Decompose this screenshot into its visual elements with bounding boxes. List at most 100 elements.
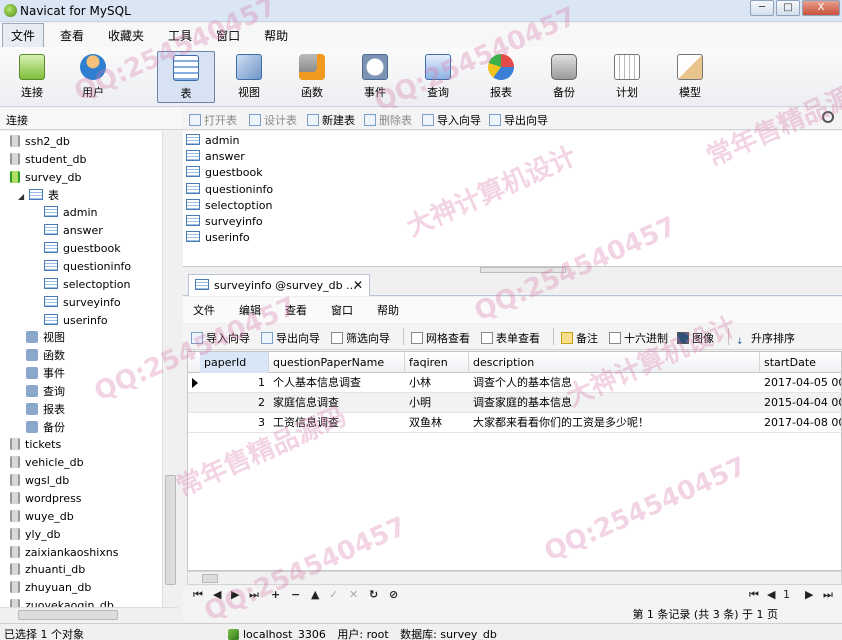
inner-menu-help[interactable]: 帮助 xyxy=(377,302,399,318)
search-icon[interactable] xyxy=(822,111,834,123)
filter-wizard-button[interactable]: 筛选向导 xyxy=(331,330,390,346)
close-tab-icon[interactable]: ✕ xyxy=(353,278,363,292)
memo-button[interactable]: 备注 xyxy=(561,330,598,346)
table-list-item[interactable]: questioninfo xyxy=(186,182,273,198)
menu-tools[interactable]: 工具 xyxy=(160,24,200,47)
tree-item[interactable]: 查询 xyxy=(26,383,65,401)
menu-help[interactable]: 帮助 xyxy=(256,24,296,47)
next-record-button[interactable]: ▶ xyxy=(231,588,239,601)
column-header-startdate[interactable]: startDate xyxy=(760,352,841,373)
grid-horizontal-scrollbar[interactable] xyxy=(187,571,842,585)
refresh-button[interactable]: ↻ xyxy=(369,588,378,601)
toolbar-table-button[interactable]: 表 xyxy=(157,51,215,103)
column-header-faqiren[interactable]: faqiren xyxy=(405,352,469,373)
tree-item[interactable]: selectoption xyxy=(44,276,130,294)
form-view-button[interactable]: 表单查看 xyxy=(481,330,540,346)
cell-questionpapername[interactable]: 工资信息调查 xyxy=(269,413,405,433)
tree-item[interactable]: surveyinfo xyxy=(44,294,121,312)
page-number[interactable]: 1 xyxy=(783,588,790,601)
inner-menu-view[interactable]: 查看 xyxy=(285,302,307,318)
cell-description[interactable]: 调查家庭的基本信息 xyxy=(469,393,760,413)
grid-view-button[interactable]: 网格查看 xyxy=(411,330,470,346)
prev-record-button[interactable]: ◀ xyxy=(213,588,221,601)
design-table-button[interactable]: 设计表 xyxy=(249,112,297,128)
page-last-button[interactable]: ⏭ xyxy=(823,588,833,602)
column-header-description[interactable]: description xyxy=(469,352,760,373)
inner-menu-window[interactable]: 窗口 xyxy=(331,302,353,318)
tree-item[interactable]: zhuyuan_db xyxy=(10,579,91,597)
tree-item[interactable]: student_db xyxy=(10,151,87,169)
tree-item[interactable]: vehicle_db xyxy=(10,454,84,472)
toolbar-model-button[interactable]: 模型 xyxy=(661,51,719,103)
import-wizard-button[interactable]: 导入向导 xyxy=(422,112,481,128)
first-record-button[interactable]: ⏮ xyxy=(193,588,203,602)
add-record-button[interactable]: + xyxy=(271,588,280,601)
menu-favorites[interactable]: 收藏夹 xyxy=(100,24,152,47)
page-prev-button[interactable]: ◀ xyxy=(767,588,775,601)
tree-item[interactable]: zuoyekaoqin_db xyxy=(10,597,114,607)
cell-paperid[interactable]: 1 xyxy=(200,373,269,393)
new-table-button[interactable]: 新建表 xyxy=(307,112,355,128)
page-first-button[interactable]: ⏮ xyxy=(749,588,759,602)
table-list-item[interactable]: guestbook xyxy=(186,165,263,181)
delete-table-button[interactable]: 删除表 xyxy=(364,112,412,128)
toolbar-schedule-button[interactable]: 计划 xyxy=(598,51,656,103)
cell-startdate[interactable]: 2017-04-08 00: xyxy=(760,413,841,433)
tree-item[interactable]: 函数 xyxy=(26,347,65,365)
tree-item[interactable]: questioninfo xyxy=(44,258,131,276)
table-row[interactable]: 2 家庭信息调查 小明 调查家庭的基本信息 2015-04-04 00: xyxy=(188,393,841,413)
discard-changes-button[interactable]: ✕ xyxy=(349,588,358,601)
connection-tree[interactable]: ssh2_db student_db survey_db ◢ 表 admin answer g… xyxy=(0,131,178,607)
tree-item[interactable]: zhuanti_db xyxy=(10,561,85,579)
last-record-button[interactable]: ⏭ xyxy=(249,588,259,602)
cell-questionpapername[interactable]: 家庭信息调查 xyxy=(269,393,405,413)
delete-record-button[interactable]: − xyxy=(291,588,300,601)
minimize-button[interactable]: ─ xyxy=(750,0,774,16)
page-next-button[interactable]: ▶ xyxy=(805,588,813,601)
cell-questionpapername[interactable]: 个人基本信息调查 xyxy=(269,373,405,393)
menu-file[interactable]: 文件 xyxy=(2,22,45,48)
toolbar-backup-button[interactable]: 备份 xyxy=(535,51,593,103)
menu-view[interactable]: 查看 xyxy=(52,24,92,47)
column-header-questionpapername[interactable]: questionPaperName xyxy=(269,352,405,373)
tree-item[interactable]: 备份 xyxy=(26,419,65,437)
table-row[interactable]: 3 工资信息调查 双鱼林 大家都来看看你们的工资是多少呢！ 2017-04-08… xyxy=(188,413,841,433)
tree-scroll-thumb[interactable] xyxy=(165,475,176,585)
tab-surveyinfo[interactable]: surveyinfo @survey_db ... ✕ xyxy=(188,274,370,296)
apply-changes-button[interactable]: ✓ xyxy=(329,588,338,601)
toolbar-query-button[interactable]: 查询 xyxy=(409,51,467,103)
tree-item[interactable]: wuye_db xyxy=(10,508,74,526)
tree-vertical-scrollbar[interactable] xyxy=(162,131,178,607)
table-list-item[interactable]: selectoption xyxy=(186,198,272,214)
edit-record-button[interactable]: ▲ xyxy=(311,588,319,601)
tree-item[interactable]: 事件 xyxy=(26,365,65,383)
image-button[interactable]: 图像 xyxy=(677,330,714,346)
tree-item[interactable]: yly_db xyxy=(10,526,61,544)
stop-button[interactable]: ⊘ xyxy=(389,588,398,601)
tree-item[interactable]: wgsl_db xyxy=(10,472,69,490)
menu-window[interactable]: 窗口 xyxy=(208,24,248,47)
cell-faqiren[interactable]: 双鱼林 xyxy=(405,413,469,433)
tree-item[interactable]: wordpress xyxy=(10,490,82,508)
tree-hscroll-thumb[interactable] xyxy=(18,610,118,620)
toolbar-event-button[interactable]: 事件 xyxy=(346,51,404,103)
tree-item[interactable]: survey_db xyxy=(10,169,81,187)
table-list[interactable]: admin answer guestbook questioninfo selectop… xyxy=(183,131,842,267)
tree-item[interactable]: userinfo xyxy=(44,312,108,330)
cell-faqiren[interactable]: 小明 xyxy=(405,393,469,413)
sort-ascending-button[interactable]: ↓ 升序排序 xyxy=(736,330,795,348)
tree-item[interactable]: ssh2_db xyxy=(10,133,70,151)
data-grid[interactable]: paperId questionPaperName faqiren descri… xyxy=(187,351,842,571)
toolbar-view-button[interactable]: 视图 xyxy=(220,51,278,103)
inner-menu-edit[interactable]: 编辑 xyxy=(239,302,261,318)
table-list-item[interactable]: admin xyxy=(186,133,239,149)
close-button[interactable]: X xyxy=(802,0,840,16)
open-table-button[interactable]: 打开表 xyxy=(189,112,237,128)
table-list-item[interactable]: answer xyxy=(186,149,245,165)
tree-horizontal-scrollbar[interactable] xyxy=(0,607,178,622)
table-list-item[interactable]: surveyinfo xyxy=(186,214,263,230)
grid-import-wizard-button[interactable]: 导入向导 xyxy=(191,330,250,346)
hex-button[interactable]: 十六进制 xyxy=(609,330,668,346)
cell-faqiren[interactable]: 小林 xyxy=(405,373,469,393)
toolbar-connection-button[interactable]: 连接 xyxy=(3,51,61,103)
